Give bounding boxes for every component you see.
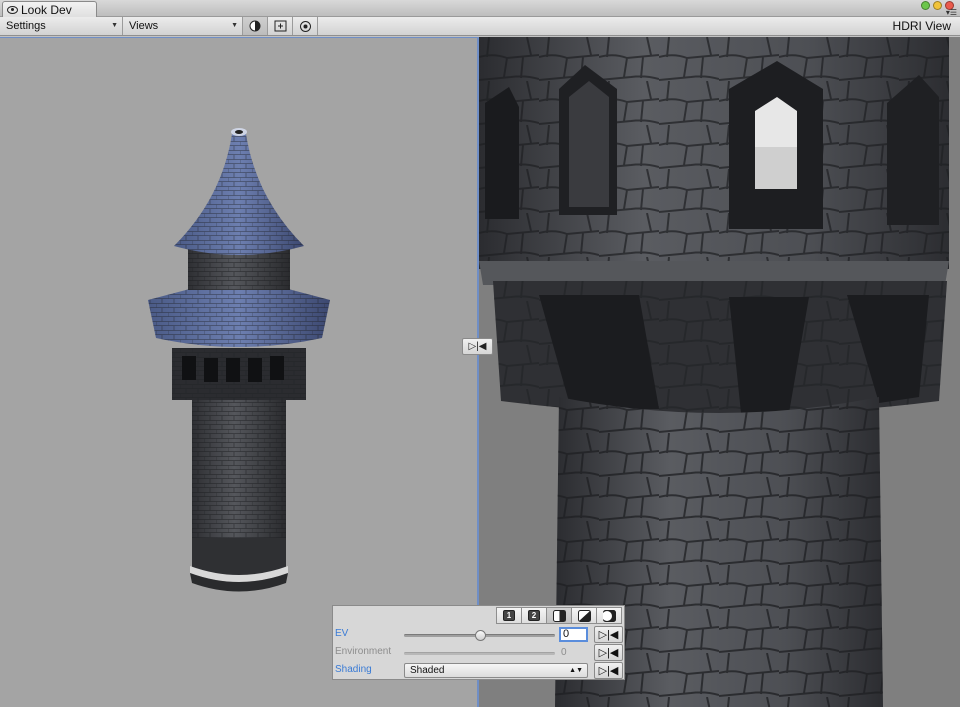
sync-icon: ▷|◀ — [598, 629, 619, 641]
environment-value: 0 — [561, 647, 567, 658]
select-arrows-icon: ▲▼ — [569, 667, 583, 674]
settings-dropdown[interactable]: Settings ▼ — [0, 17, 123, 35]
shading-row: Shading Shaded ▲▼ ▷|◀ — [333, 662, 624, 680]
eye-icon — [7, 6, 18, 14]
sync-views-icon: ▷|◀ — [468, 341, 487, 352]
tab-menu-icon[interactable]: ▾☰ — [946, 9, 957, 17]
environment-toggle-button[interactable] — [243, 17, 268, 35]
shading-label: Shading — [335, 664, 372, 675]
settings-label: Settings — [6, 20, 46, 32]
view-mode-buttons: 1 2 — [496, 607, 622, 624]
views-dropdown[interactable]: Views ▼ — [123, 17, 243, 35]
environment-slider[interactable] — [404, 652, 555, 655]
split-diagonal-icon — [577, 609, 591, 622]
views-label: Views — [129, 20, 159, 32]
target-icon — [299, 20, 311, 32]
environment-label: Environment — [335, 646, 392, 657]
shading-selected-value: Shaded — [410, 665, 445, 676]
ev-sync-button[interactable]: ▷|◀ — [594, 626, 623, 643]
shading-select[interactable]: Shaded ▲▼ — [404, 663, 588, 678]
frame-icon — [274, 20, 286, 32]
ev-slider-thumb[interactable] — [474, 630, 486, 641]
split-vertical-icon — [552, 609, 566, 622]
sync-icon: ▷|◀ — [598, 647, 619, 659]
environment-row: Environment 0 ▷|◀ — [333, 644, 624, 662]
hdri-view-label[interactable]: HDRI View — [893, 17, 951, 35]
half-circle-icon — [249, 20, 261, 32]
shading-sync-button[interactable]: ▷|◀ — [594, 662, 623, 679]
chevron-down-icon: ▼ — [231, 22, 238, 29]
ev-label: EV — [335, 628, 349, 639]
environment-sync-button[interactable]: ▷|◀ — [594, 644, 623, 661]
split-circle-icon — [602, 609, 616, 622]
reset-view-button[interactable] — [293, 17, 318, 35]
minimize-button[interactable] — [933, 1, 942, 10]
view-2-icon: 2 — [528, 610, 540, 621]
split-vertical-button[interactable] — [546, 607, 572, 624]
sync-views-button[interactable]: ▷|◀ — [462, 338, 493, 355]
tab-label: Look Dev — [21, 2, 72, 17]
tab-look-dev[interactable]: Look Dev — [2, 1, 97, 18]
ev-slider[interactable] — [404, 630, 555, 641]
lookdev-control-panel: 1 2 EV 0 ▷|◀ Environment 0 ▷|◀ Shading S… — [332, 605, 625, 680]
chevron-down-icon: ▼ — [111, 22, 118, 29]
frame-object-button[interactable] — [268, 17, 293, 35]
split-circle-button[interactable] — [596, 607, 622, 624]
maximize-button[interactable] — [921, 1, 930, 10]
ev-value-field[interactable]: 0 — [559, 627, 588, 642]
toolbar: Settings ▼ Views ▼ HDRI View — [0, 17, 960, 36]
ev-row: EV 0 ▷|◀ — [333, 626, 624, 644]
split-diagonal-button[interactable] — [571, 607, 597, 624]
sync-icon: ▷|◀ — [598, 665, 619, 677]
view-1-icon: 1 — [503, 610, 515, 621]
window-titlebar: Look Dev ▾☰ — [0, 0, 960, 18]
single-view-2-button[interactable]: 2 — [521, 607, 547, 624]
single-view-1-button[interactable]: 1 — [496, 607, 522, 624]
